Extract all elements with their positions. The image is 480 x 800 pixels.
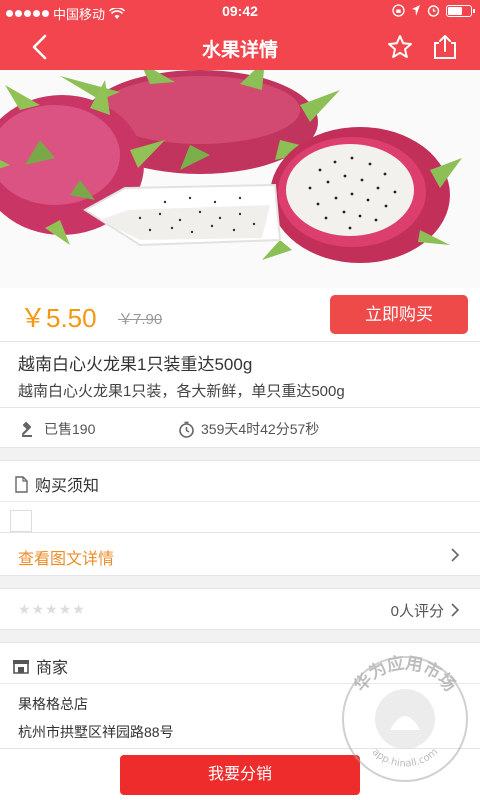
chevron-right-icon	[451, 548, 460, 562]
alarm-icon	[427, 5, 440, 17]
chevron-right-icon	[451, 603, 460, 617]
bottom-bar: 我要分销	[0, 748, 480, 800]
sold-count: 已售190	[20, 419, 95, 439]
stats-row: 已售190 359天4时42分57秒	[0, 408, 480, 448]
star-outline-icon[interactable]	[386, 33, 414, 61]
product-description: 越南白心火龙果1只装，各大新鲜，单只重达500g	[18, 383, 345, 400]
shop-name: 果格格总店	[18, 696, 88, 712]
product-info: 越南白心火龙果1只装重达500g 越南白心火龙果1只装，各大新鲜，单只重达500…	[0, 342, 480, 408]
battery-icon	[446, 4, 475, 17]
share-icon[interactable]	[430, 32, 460, 62]
dragon-fruit-photo	[0, 70, 480, 288]
price-row: ￥5.50 ￥7.90 立即购买	[0, 288, 480, 342]
rating-stars: ★ ★ ★ ★ ★	[18, 601, 85, 618]
shop-address: 杭州市拱墅区祥园路88号	[18, 724, 174, 740]
buy-now-button[interactable]: 立即购买	[330, 295, 468, 334]
lock-rotation-icon	[392, 4, 405, 17]
status-right	[392, 4, 475, 17]
product-name: 越南白心火龙果1只装重达500g	[18, 355, 253, 374]
purchase-notice-header: 购买须知	[0, 460, 480, 502]
star-icon: ★	[18, 601, 31, 617]
purchase-notice-label: 购买须知	[35, 478, 100, 495]
distribute-button[interactable]: 我要分销	[120, 755, 360, 795]
star-icon: ★	[45, 601, 58, 617]
timer-icon	[179, 421, 194, 438]
view-details-link[interactable]: 查看图文详情	[0, 532, 480, 576]
product-image	[0, 70, 480, 288]
view-details-label: 查看图文详情	[18, 551, 115, 568]
location-icon	[412, 5, 420, 16]
status-bar: 中国移动 09:42	[0, 0, 480, 24]
countdown-label: 359天4时42分57秒	[201, 421, 320, 437]
store-icon	[13, 660, 29, 674]
rating-count: 0人评分	[390, 603, 444, 620]
current-price: ￥5.50	[20, 303, 97, 333]
merchant-title: 商家	[12, 654, 68, 678]
broken-image-placeholder	[10, 510, 32, 532]
document-icon	[15, 475, 28, 493]
star-icon: ★	[72, 601, 85, 617]
purchase-notice-content	[0, 502, 480, 532]
star-icon: ★	[58, 601, 72, 617]
merchant-info: 果格格总店 杭州市拱墅区祥园路88号	[0, 684, 480, 748]
sold-label: 已售190	[44, 421, 96, 437]
rating-row[interactable]: ★ ★ ★ ★ ★ 0人评分	[0, 588, 480, 630]
star-icon: ★	[31, 601, 45, 617]
original-price: ￥7.90	[118, 311, 163, 328]
countdown: 359天4时42分57秒	[178, 419, 319, 439]
gavel-icon	[21, 421, 32, 437]
merchant-header: 商家	[0, 642, 480, 684]
nav-bar: 水果详情	[0, 24, 480, 70]
merchant-label: 商家	[36, 660, 69, 677]
purchase-notice-title: 购买须知	[14, 472, 99, 496]
